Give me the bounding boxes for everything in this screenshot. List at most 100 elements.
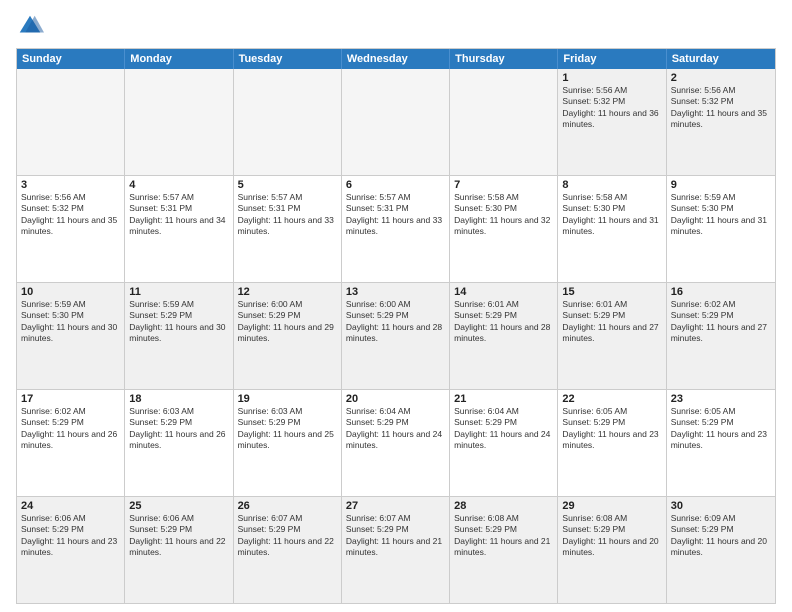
header-day-wednesday: Wednesday — [342, 49, 450, 69]
day-detail: Sunrise: 6:09 AMSunset: 5:29 PMDaylight:… — [671, 513, 771, 559]
day-detail: Sunrise: 5:57 AMSunset: 5:31 PMDaylight:… — [129, 192, 228, 238]
calendar-cell-14: 14Sunrise: 6:01 AMSunset: 5:29 PMDayligh… — [450, 283, 558, 389]
day-detail: Sunrise: 6:06 AMSunset: 5:29 PMDaylight:… — [21, 513, 120, 559]
day-number: 1 — [562, 72, 661, 84]
calendar-body: 1Sunrise: 5:56 AMSunset: 5:32 PMDaylight… — [17, 69, 775, 603]
header-day-monday: Monday — [125, 49, 233, 69]
header-day-friday: Friday — [558, 49, 666, 69]
day-detail: Sunrise: 5:59 AMSunset: 5:29 PMDaylight:… — [129, 299, 228, 345]
calendar-cell-12: 12Sunrise: 6:00 AMSunset: 5:29 PMDayligh… — [234, 283, 342, 389]
day-number: 23 — [671, 393, 771, 405]
day-detail: Sunrise: 6:00 AMSunset: 5:29 PMDaylight:… — [346, 299, 445, 345]
day-detail: Sunrise: 5:58 AMSunset: 5:30 PMDaylight:… — [562, 192, 661, 238]
calendar-cell-18: 18Sunrise: 6:03 AMSunset: 5:29 PMDayligh… — [125, 390, 233, 496]
day-number: 2 — [671, 72, 771, 84]
day-number: 11 — [129, 286, 228, 298]
day-number: 6 — [346, 179, 445, 191]
day-number: 25 — [129, 500, 228, 512]
day-detail: Sunrise: 6:00 AMSunset: 5:29 PMDaylight:… — [238, 299, 337, 345]
day-number: 18 — [129, 393, 228, 405]
day-detail: Sunrise: 6:03 AMSunset: 5:29 PMDaylight:… — [129, 406, 228, 452]
day-number: 24 — [21, 500, 120, 512]
calendar-cell-5: 5Sunrise: 5:57 AMSunset: 5:31 PMDaylight… — [234, 176, 342, 282]
day-number: 26 — [238, 500, 337, 512]
day-number: 14 — [454, 286, 553, 298]
calendar-cell-6: 6Sunrise: 5:57 AMSunset: 5:31 PMDaylight… — [342, 176, 450, 282]
day-detail: Sunrise: 5:58 AMSunset: 5:30 PMDaylight:… — [454, 192, 553, 238]
calendar-cell-empty — [125, 69, 233, 175]
calendar-cell-29: 29Sunrise: 6:08 AMSunset: 5:29 PMDayligh… — [558, 497, 666, 603]
calendar-row-3: 17Sunrise: 6:02 AMSunset: 5:29 PMDayligh… — [17, 389, 775, 496]
day-number: 8 — [562, 179, 661, 191]
day-number: 27 — [346, 500, 445, 512]
day-number: 10 — [21, 286, 120, 298]
day-number: 16 — [671, 286, 771, 298]
calendar-cell-1: 1Sunrise: 5:56 AMSunset: 5:32 PMDaylight… — [558, 69, 666, 175]
calendar-cell-8: 8Sunrise: 5:58 AMSunset: 5:30 PMDaylight… — [558, 176, 666, 282]
calendar-cell-21: 21Sunrise: 6:04 AMSunset: 5:29 PMDayligh… — [450, 390, 558, 496]
day-detail: Sunrise: 6:06 AMSunset: 5:29 PMDaylight:… — [129, 513, 228, 559]
day-number: 28 — [454, 500, 553, 512]
calendar-cell-11: 11Sunrise: 5:59 AMSunset: 5:29 PMDayligh… — [125, 283, 233, 389]
calendar-cell-15: 15Sunrise: 6:01 AMSunset: 5:29 PMDayligh… — [558, 283, 666, 389]
day-detail: Sunrise: 6:02 AMSunset: 5:29 PMDaylight:… — [671, 299, 771, 345]
day-detail: Sunrise: 6:02 AMSunset: 5:29 PMDaylight:… — [21, 406, 120, 452]
logo-icon — [16, 12, 44, 40]
day-number: 12 — [238, 286, 337, 298]
calendar-row-4: 24Sunrise: 6:06 AMSunset: 5:29 PMDayligh… — [17, 496, 775, 603]
day-detail: Sunrise: 5:57 AMSunset: 5:31 PMDaylight:… — [346, 192, 445, 238]
calendar-cell-17: 17Sunrise: 6:02 AMSunset: 5:29 PMDayligh… — [17, 390, 125, 496]
calendar-cell-3: 3Sunrise: 5:56 AMSunset: 5:32 PMDaylight… — [17, 176, 125, 282]
header-day-saturday: Saturday — [667, 49, 775, 69]
day-number: 19 — [238, 393, 337, 405]
day-detail: Sunrise: 6:03 AMSunset: 5:29 PMDaylight:… — [238, 406, 337, 452]
day-number: 13 — [346, 286, 445, 298]
page: SundayMondayTuesdayWednesdayThursdayFrid… — [0, 0, 792, 612]
day-detail: Sunrise: 6:01 AMSunset: 5:29 PMDaylight:… — [562, 299, 661, 345]
day-detail: Sunrise: 6:08 AMSunset: 5:29 PMDaylight:… — [562, 513, 661, 559]
calendar-cell-23: 23Sunrise: 6:05 AMSunset: 5:29 PMDayligh… — [667, 390, 775, 496]
calendar-cell-28: 28Sunrise: 6:08 AMSunset: 5:29 PMDayligh… — [450, 497, 558, 603]
day-detail: Sunrise: 5:59 AMSunset: 5:30 PMDaylight:… — [21, 299, 120, 345]
calendar-row-0: 1Sunrise: 5:56 AMSunset: 5:32 PMDaylight… — [17, 69, 775, 175]
day-detail: Sunrise: 5:56 AMSunset: 5:32 PMDaylight:… — [562, 85, 661, 131]
day-detail: Sunrise: 6:05 AMSunset: 5:29 PMDaylight:… — [671, 406, 771, 452]
day-number: 30 — [671, 500, 771, 512]
calendar-cell-20: 20Sunrise: 6:04 AMSunset: 5:29 PMDayligh… — [342, 390, 450, 496]
day-number: 21 — [454, 393, 553, 405]
calendar-cell-2: 2Sunrise: 5:56 AMSunset: 5:32 PMDaylight… — [667, 69, 775, 175]
day-detail: Sunrise: 6:08 AMSunset: 5:29 PMDaylight:… — [454, 513, 553, 559]
day-number: 22 — [562, 393, 661, 405]
calendar-cell-24: 24Sunrise: 6:06 AMSunset: 5:29 PMDayligh… — [17, 497, 125, 603]
calendar-cell-7: 7Sunrise: 5:58 AMSunset: 5:30 PMDaylight… — [450, 176, 558, 282]
day-number: 3 — [21, 179, 120, 191]
day-detail: Sunrise: 5:56 AMSunset: 5:32 PMDaylight:… — [671, 85, 771, 131]
calendar-cell-25: 25Sunrise: 6:06 AMSunset: 5:29 PMDayligh… — [125, 497, 233, 603]
day-detail: Sunrise: 6:07 AMSunset: 5:29 PMDaylight:… — [238, 513, 337, 559]
day-detail: Sunrise: 6:05 AMSunset: 5:29 PMDaylight:… — [562, 406, 661, 452]
day-detail: Sunrise: 6:07 AMSunset: 5:29 PMDaylight:… — [346, 513, 445, 559]
day-number: 4 — [129, 179, 228, 191]
calendar-cell-13: 13Sunrise: 6:00 AMSunset: 5:29 PMDayligh… — [342, 283, 450, 389]
header-day-sunday: Sunday — [17, 49, 125, 69]
day-number: 9 — [671, 179, 771, 191]
calendar-cell-16: 16Sunrise: 6:02 AMSunset: 5:29 PMDayligh… — [667, 283, 775, 389]
calendar-cell-27: 27Sunrise: 6:07 AMSunset: 5:29 PMDayligh… — [342, 497, 450, 603]
calendar-cell-10: 10Sunrise: 5:59 AMSunset: 5:30 PMDayligh… — [17, 283, 125, 389]
day-number: 5 — [238, 179, 337, 191]
header-day-thursday: Thursday — [450, 49, 558, 69]
day-detail: Sunrise: 6:04 AMSunset: 5:29 PMDaylight:… — [454, 406, 553, 452]
day-number: 29 — [562, 500, 661, 512]
day-detail: Sunrise: 5:56 AMSunset: 5:32 PMDaylight:… — [21, 192, 120, 238]
calendar-row-1: 3Sunrise: 5:56 AMSunset: 5:32 PMDaylight… — [17, 175, 775, 282]
day-number: 20 — [346, 393, 445, 405]
calendar-cell-26: 26Sunrise: 6:07 AMSunset: 5:29 PMDayligh… — [234, 497, 342, 603]
day-detail: Sunrise: 6:04 AMSunset: 5:29 PMDaylight:… — [346, 406, 445, 452]
calendar-cell-19: 19Sunrise: 6:03 AMSunset: 5:29 PMDayligh… — [234, 390, 342, 496]
calendar-cell-30: 30Sunrise: 6:09 AMSunset: 5:29 PMDayligh… — [667, 497, 775, 603]
header — [16, 12, 776, 40]
calendar-cell-empty — [342, 69, 450, 175]
day-detail: Sunrise: 5:57 AMSunset: 5:31 PMDaylight:… — [238, 192, 337, 238]
day-detail: Sunrise: 5:59 AMSunset: 5:30 PMDaylight:… — [671, 192, 771, 238]
day-number: 15 — [562, 286, 661, 298]
